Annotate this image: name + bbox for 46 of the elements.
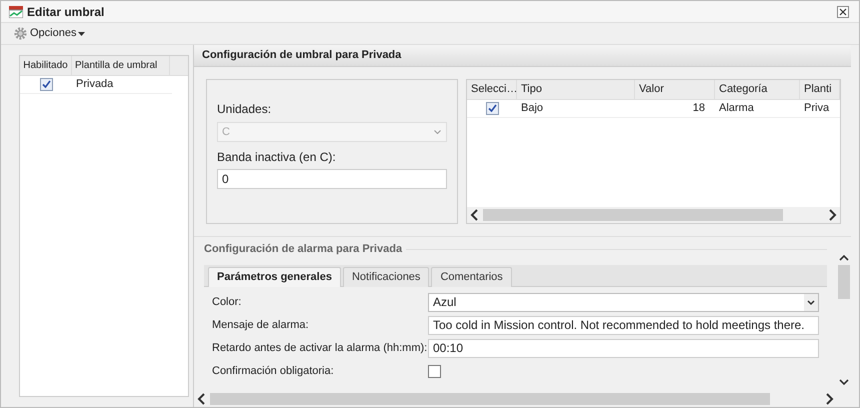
table-cell-text: Priva xyxy=(803,101,830,116)
scrollbar-thumb[interactable] xyxy=(483,209,783,221)
close-icon[interactable] xyxy=(837,6,849,18)
tab[interactable]: Notificaciones xyxy=(342,266,430,286)
dropdown-icon xyxy=(434,130,441,134)
input-field[interactable]: 00:10 xyxy=(428,338,819,358)
field-label: Unidades: xyxy=(217,101,272,118)
scrollbar-thumb[interactable] xyxy=(210,393,770,405)
field-label: Confirmación obligatoria: xyxy=(212,364,335,379)
scrollbar-thumb[interactable] xyxy=(838,265,850,299)
column-header[interactable]: Categoría xyxy=(715,80,800,99)
column-header[interactable]: Habilitado xyxy=(20,56,72,75)
scroll-down-icon xyxy=(838,377,850,387)
table-cell-text: 18 xyxy=(692,101,706,116)
column-header[interactable]: Tipo xyxy=(517,80,635,99)
input-field[interactable]: Too cold in Mission control. Not recommended to hold meetings there. xyxy=(428,316,819,334)
field-label: Color: xyxy=(212,294,242,310)
window-icon xyxy=(9,6,23,18)
tab[interactable]: Parámetros generales xyxy=(208,266,341,286)
field-label: Mensaje de alarma: xyxy=(212,318,310,333)
column-header[interactable]: Planti xyxy=(800,80,840,99)
column-header[interactable]: Plantilla de umbral xyxy=(72,56,170,75)
table-cell-text: Alarma xyxy=(718,101,755,116)
fieldset-title: Configuración de alarma para Privada xyxy=(204,242,402,257)
scroll-up-icon xyxy=(838,253,850,263)
gear-icon xyxy=(13,26,28,41)
color-select[interactable]: Azul xyxy=(428,292,819,312)
column-header[interactable]: Valor xyxy=(635,80,715,99)
field-label: Retardo antes de activar la alarma (hh:mm): xyxy=(212,340,428,356)
caret-icon xyxy=(78,32,86,36)
column-header[interactable]: Selecci… xyxy=(467,80,517,99)
deadband-field[interactable]: 0 xyxy=(217,169,447,189)
table-cell-text: Privada xyxy=(75,77,114,92)
field-label: Banda inactiva (en C): xyxy=(217,149,337,166)
options-menu-button[interactable]: Opciones xyxy=(13,25,86,42)
select-checkbox[interactable] xyxy=(486,102,498,115)
panel-header: Configuración de umbral para Privada xyxy=(194,45,851,67)
window-title: Editar umbral xyxy=(27,4,104,20)
enabled-checkbox[interactable] xyxy=(40,78,52,91)
table-cell-text: Bajo xyxy=(520,101,544,116)
dropdown-icon xyxy=(804,294,818,310)
tab[interactable]: Comentarios xyxy=(431,266,512,286)
horizontal-scrollbar[interactable] xyxy=(467,207,840,223)
template-row[interactable]: Privada xyxy=(20,76,172,94)
checkbox[interactable] xyxy=(428,364,441,378)
threshold-row[interactable]: Bajo 18 Alarma Priva xyxy=(467,100,840,118)
